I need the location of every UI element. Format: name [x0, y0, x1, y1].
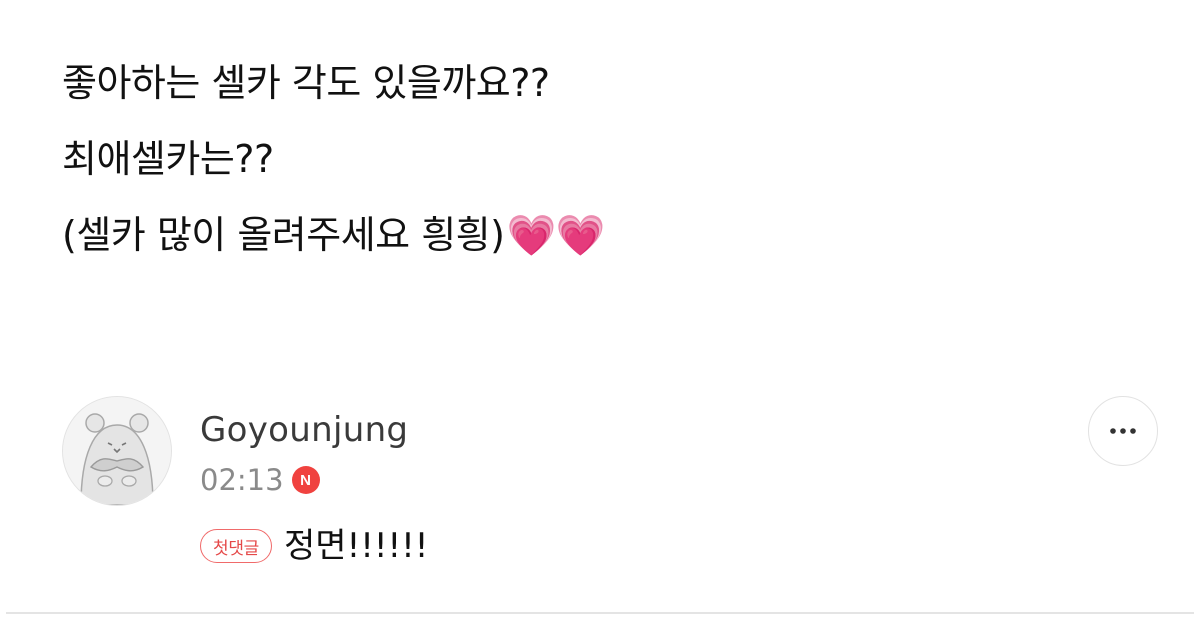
comment: Goyounjung 02:13 N 첫댓글 정면!!!!!!: [62, 396, 1158, 586]
post-line-3: (셀카 많이 올려주세요 힁힁)💗💗: [62, 210, 1062, 260]
new-badge: N: [291, 466, 320, 494]
post-line-1: 좋아하는 셀카 각도 있을까요??: [62, 61, 550, 105]
comment-meta: Goyounjung 02:13 N: [200, 410, 408, 498]
post-line-3-text: (셀카 많이 올려주세요 힁힁): [62, 213, 505, 257]
post-line-2: 최애셀카는??: [62, 137, 274, 181]
post-body: 좋아하는 셀카 각도 있을까요?? 최애셀카는?? (셀카 많이 올려주세요 힁…: [62, 58, 1062, 286]
more-button[interactable]: [1088, 396, 1158, 466]
divider: [6, 612, 1194, 614]
heart-icons: 💗💗: [506, 213, 606, 259]
hamster-avatar-icon[interactable]: [62, 396, 172, 506]
comment-author[interactable]: Goyounjung: [200, 410, 408, 450]
post-page: 좋아하는 셀카 각도 있을까요?? 최애셀카는?? (셀카 많이 올려주세요 힁…: [0, 0, 1200, 636]
comment-content: 첫댓글 정면!!!!!!: [200, 524, 428, 568]
comment-text: 정면!!!!!!: [284, 526, 429, 566]
comment-time-row: 02:13 N: [200, 462, 408, 498]
comment-time: 02:13: [200, 463, 284, 497]
more-dots-icon: [1110, 428, 1136, 434]
first-comment-badge: 첫댓글: [200, 529, 273, 563]
